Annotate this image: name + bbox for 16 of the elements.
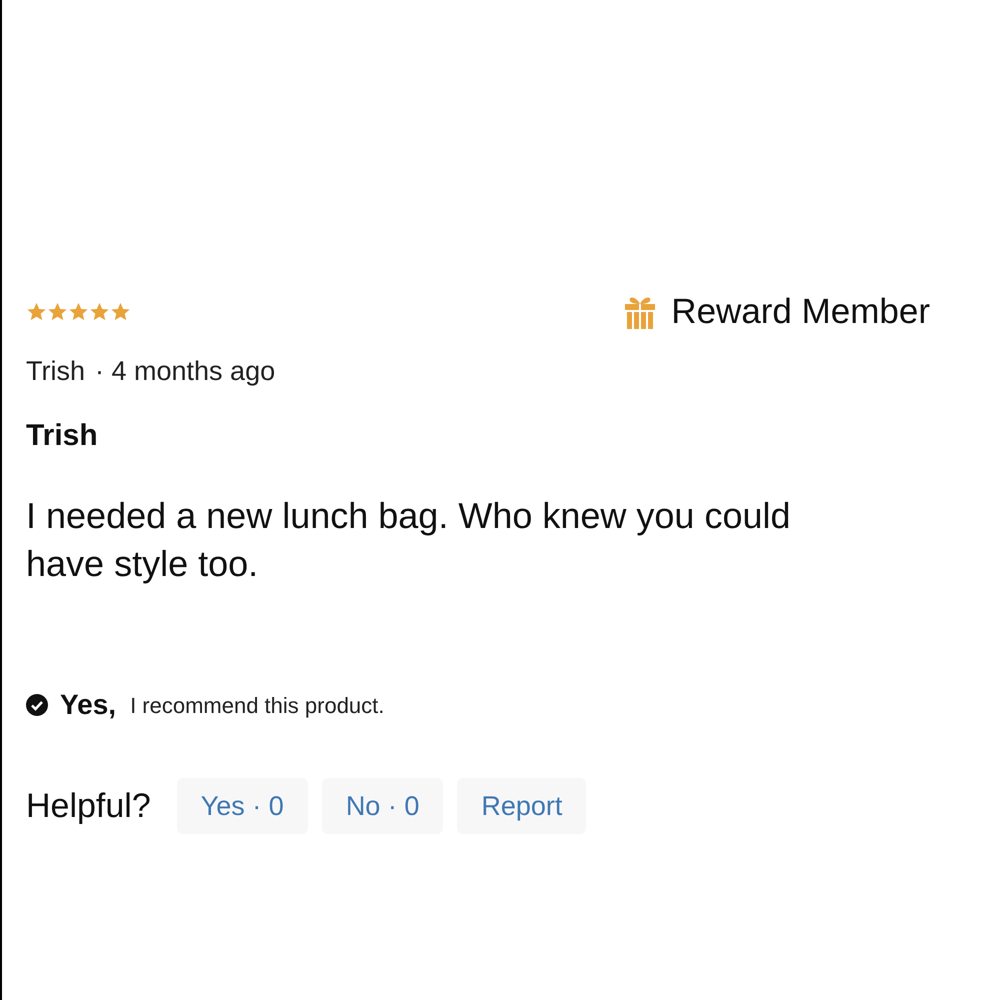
star-icon (110, 302, 131, 322)
reward-label: Reward Member (671, 291, 930, 333)
review-body: I needed a new lunch bag. Who knew you could have style too. (26, 494, 792, 586)
star-icon (26, 302, 47, 322)
author-name: Trish (26, 354, 85, 388)
star-icon (47, 302, 68, 322)
vote-button[interactable]: No · 0 (322, 778, 444, 834)
review-date: · 4 months ago (95, 354, 276, 388)
star-icon (68, 302, 89, 322)
recommend-text: I recommend this product. (130, 692, 384, 720)
star-icon (89, 302, 110, 322)
vote-button[interactable]: Report (457, 778, 586, 834)
vote-button[interactable]: Yes · 0 (176, 778, 308, 834)
recommend-answer: Yes, (60, 688, 116, 722)
helpful-label: Helpful? (26, 786, 151, 826)
review-title: Trish (26, 418, 99, 454)
